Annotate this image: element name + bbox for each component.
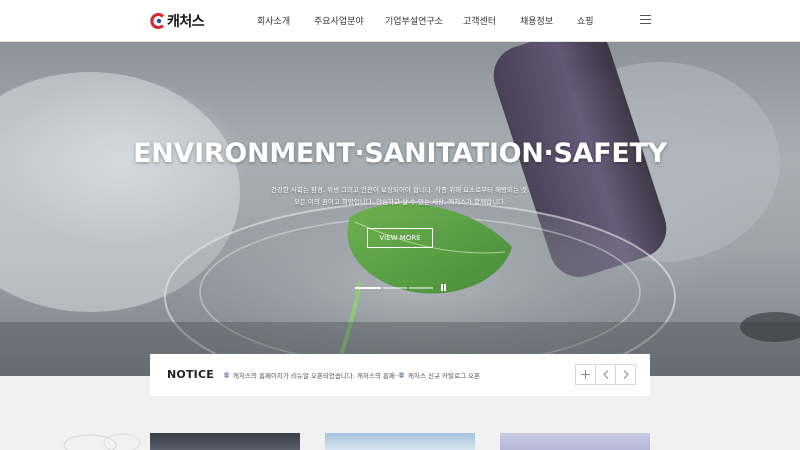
- pause-icon[interactable]: [441, 284, 446, 291]
- hero-description: 건강한 사회는 환경, 위생 그리고 안전이 보장되어야 합니다. 각종 위해 …: [0, 184, 800, 208]
- business-thumbnail[interactable]: [150, 433, 300, 450]
- doc-icon: [399, 372, 404, 378]
- nav-item-support[interactable]: 고객센터: [463, 14, 496, 27]
- nav-item-company[interactable]: 회사소개: [257, 14, 290, 27]
- notice-item[interactable]: 캐처스 신규 카탈로그 오픈: [399, 370, 480, 380]
- plus-icon: [581, 370, 590, 379]
- slide-indicator-3[interactable]: [409, 287, 433, 289]
- view-more-button[interactable]: VIEW MORE: [367, 228, 433, 248]
- notice-item[interactable]: 캐처스의 홈페이지가 리뉴얼 오픈되었습니다. 캐처스의 홈페···: [224, 370, 401, 380]
- notice-prev-button[interactable]: [595, 364, 616, 385]
- notice-item-text: 캐처스 신규 카탈로그 오픈: [408, 372, 480, 380]
- hero-description-line: 모든 이의 꿈이고 희망입니다. 안심하고 살 수 있는 세상, 캐처스가 함께…: [293, 198, 507, 206]
- business-thumbnail[interactable]: [325, 433, 475, 450]
- nav-item-shopping[interactable]: 쇼핑: [577, 14, 594, 27]
- slide-indicator-2[interactable]: [383, 287, 407, 289]
- notice-title: NOTICE: [167, 368, 214, 381]
- glassware-decoration: [63, 433, 141, 450]
- hero-description-line: 건강한 사회는 환경, 위생 그리고 안전이 보장되어야 합니다. 각종 위해 …: [270, 186, 530, 194]
- brand-name: 캐처스: [167, 14, 205, 30]
- logo[interactable]: 캐처스: [150, 10, 205, 32]
- site-header: 캐처스 회사소개 주요사업분야 기업부설연구소 고객센터 채용정보 쇼핑: [0, 0, 800, 42]
- notice-next-button[interactable]: [615, 364, 636, 385]
- nav-item-business[interactable]: 주요사업분야: [314, 14, 364, 27]
- slide-indicator-1[interactable]: [355, 287, 381, 289]
- chevron-left-icon: [602, 370, 608, 379]
- notice-item-text: 캐처스의 홈페이지가 리뉴얼 오픈되었습니다. 캐처스의 홈페···: [233, 372, 402, 380]
- chevron-right-icon: [623, 370, 629, 379]
- notice-controls: [575, 364, 636, 385]
- business-thumbnail[interactable]: [500, 433, 650, 450]
- nav-item-recruit[interactable]: 채용정보: [520, 14, 553, 27]
- logo-mark-icon: [150, 13, 166, 29]
- hero-banner: ENVIRONMENT·SANITATION·SAFETY 건강한 사회는 환경…: [0, 42, 800, 376]
- hero-background-image: [0, 42, 800, 376]
- notice-more-button[interactable]: [575, 364, 596, 385]
- nav-item-research[interactable]: 기업부설연구소: [385, 14, 443, 27]
- hero-title: ENVIRONMENT·SANITATION·SAFETY: [133, 138, 667, 169]
- doc-icon: [224, 372, 229, 378]
- menu-icon[interactable]: [640, 15, 651, 24]
- notice-bar: NOTICE 캐처스의 홈페이지가 리뉴얼 오픈되었습니다. 캐처스의 홈페··…: [150, 354, 650, 396]
